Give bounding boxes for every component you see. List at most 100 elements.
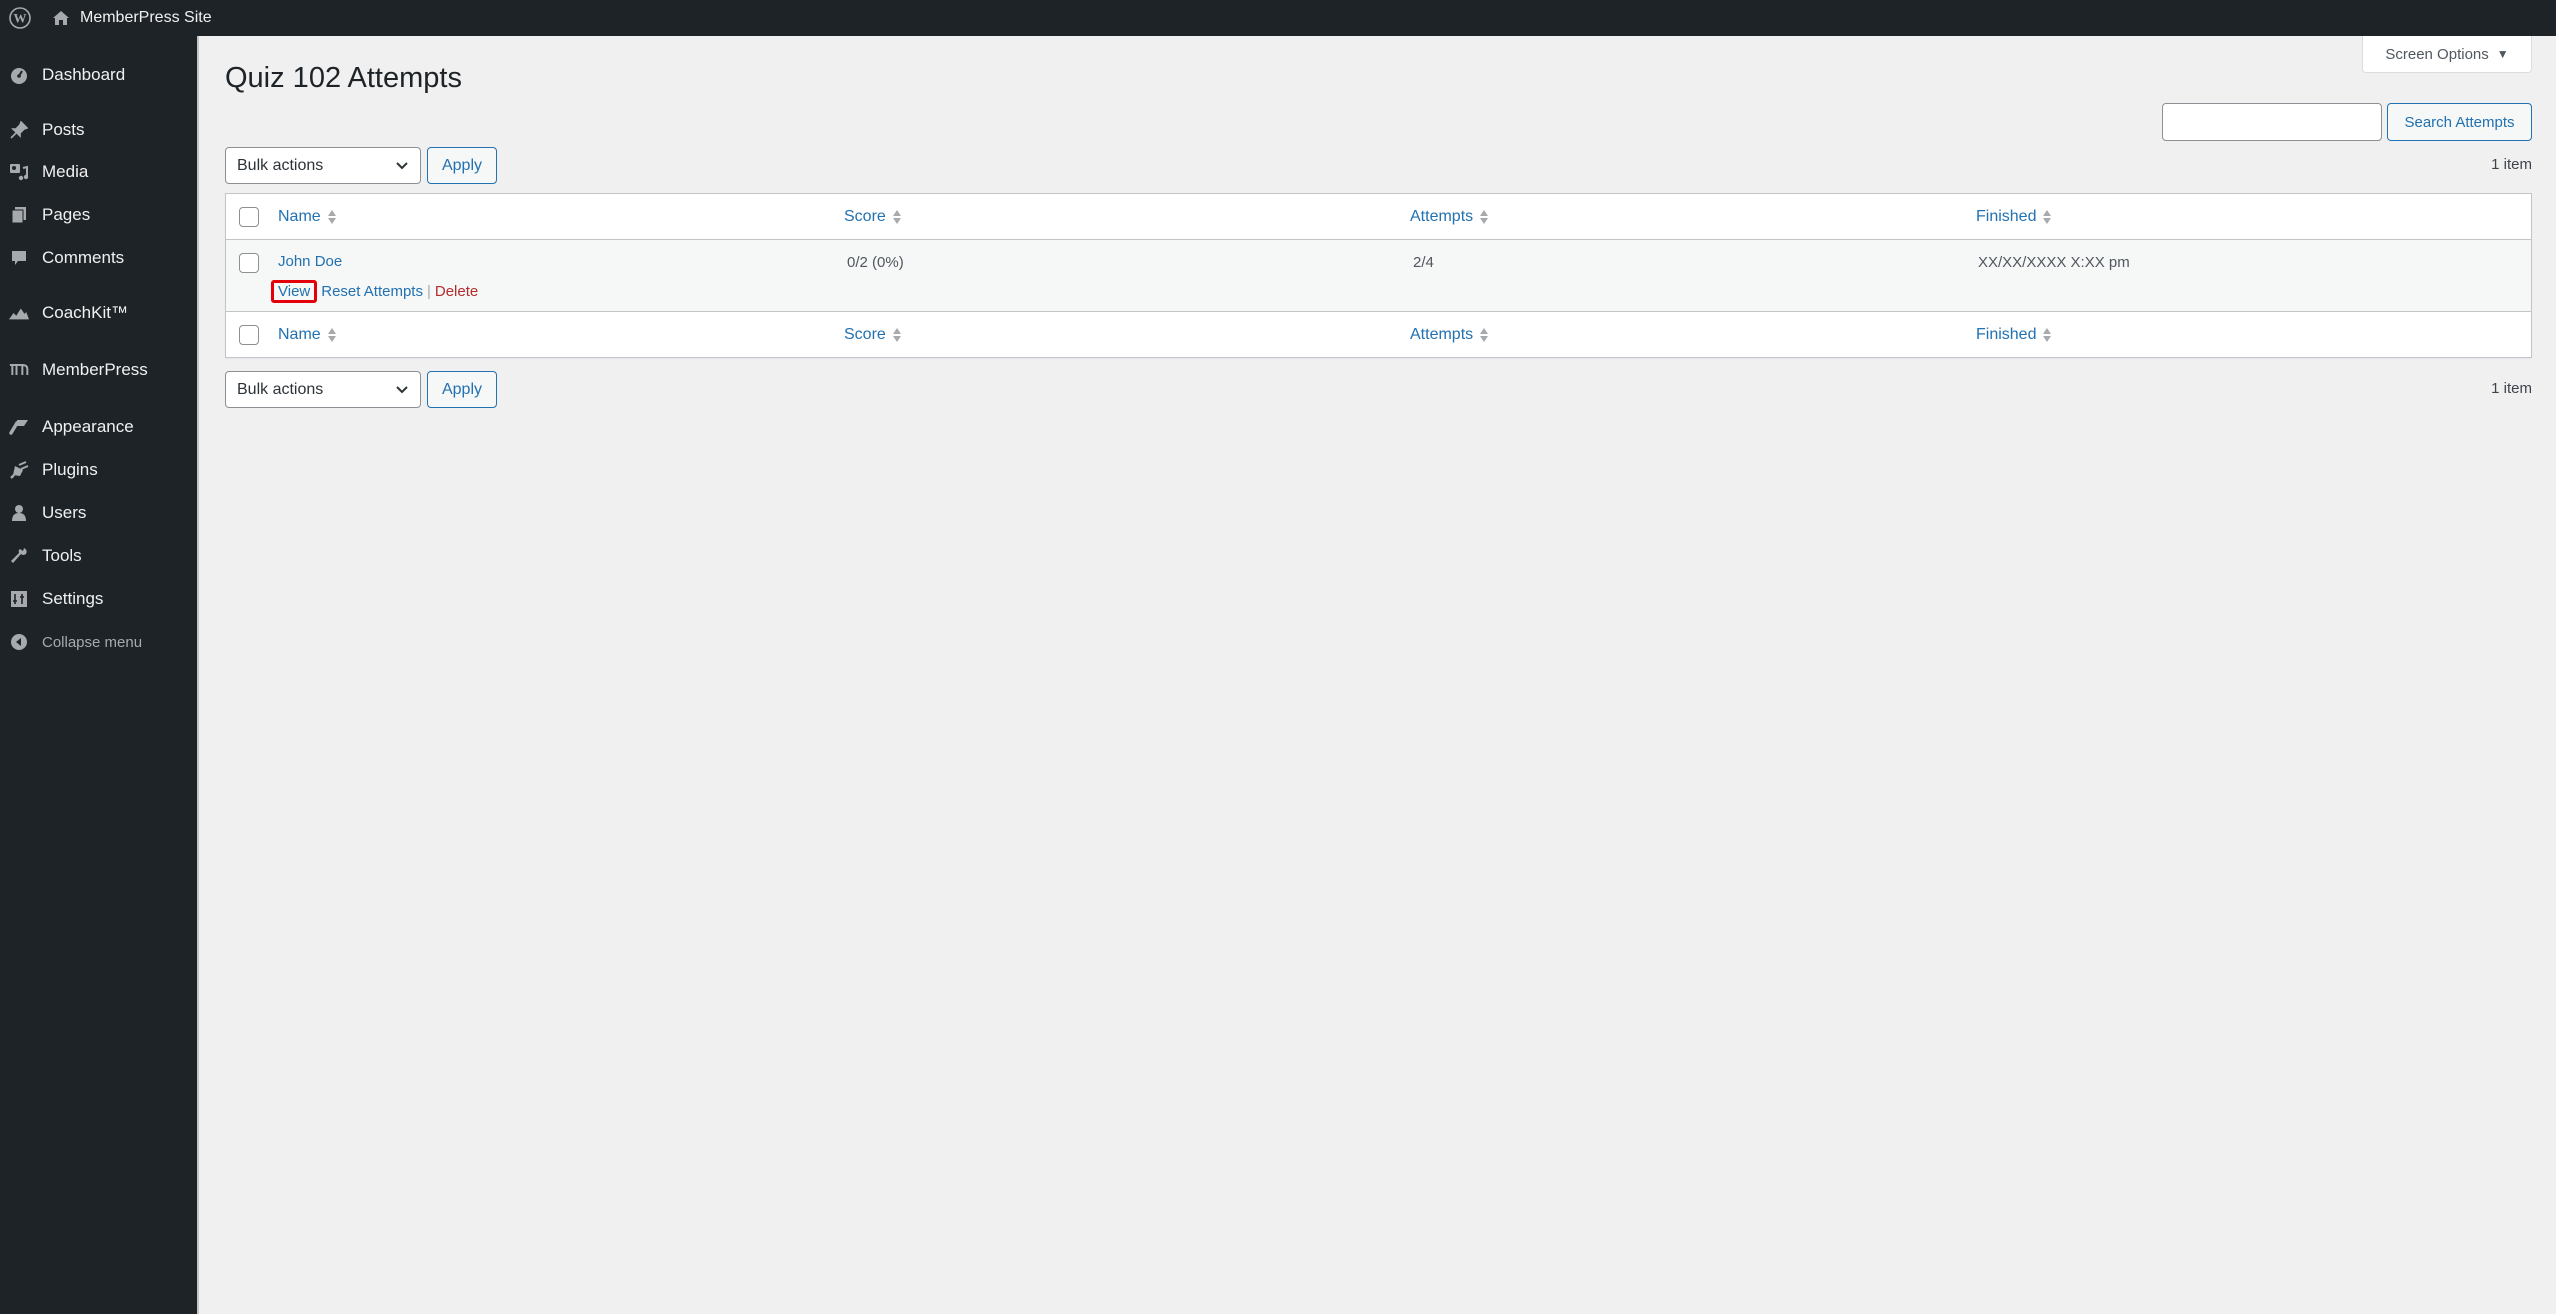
sort-icon [327,327,337,343]
delete-link[interactable]: Delete [435,283,478,300]
sort-icon [1479,327,1489,343]
table-footer: Name Score Attempts Finished [226,311,2531,357]
column-footer-name[interactable]: Name [278,312,337,358]
sidebar-item-coachkit[interactable]: CoachKit™ [0,293,197,333]
sort-icon [1479,209,1489,225]
column-label: Finished [1976,208,2037,225]
attempts-table: Name Score Attempts Finished John Doe Vi… [225,193,2532,358]
sort-icon [2042,327,2052,343]
apply-button[interactable]: Apply [427,147,497,184]
svg-text:W: W [14,11,27,26]
column-label: Score [844,326,886,343]
column-header-finished[interactable]: Finished [1976,194,2052,240]
settings-icon [9,589,29,609]
sidebar-item-media[interactable]: Media [0,152,197,192]
sort-icon [892,209,902,225]
column-header-name[interactable]: Name [278,194,337,240]
page-title: Quiz 102 Attempts [225,62,462,94]
collapse-menu-button[interactable]: Collapse menu [0,622,197,662]
view-link[interactable]: View [271,280,318,303]
bulk-actions-selected: Bulk actions [237,380,324,398]
cell-attempts: 2/4 [1413,254,1434,271]
cell-name: John Doe [278,253,342,270]
sidebar-item-posts[interactable]: Posts [0,110,197,150]
select-all-checkbox[interactable] [239,207,259,227]
sidebar-item-label: Media [42,162,89,181]
sidebar-item-tools[interactable]: Tools [0,536,197,576]
sidebar-item-dashboard[interactable]: Dashboard [0,55,197,95]
bulk-actions-select[interactable]: Bulk actions [225,147,421,184]
row-checkbox[interactable] [239,253,259,273]
memberpress-icon [9,360,29,380]
apply-button-bottom[interactable]: Apply [427,371,497,408]
sidebar-item-label: MemberPress [42,360,148,379]
comment-icon [9,248,29,268]
sidebar-item-label: Appearance [42,417,134,436]
attempt-name-link[interactable]: John Doe [278,253,342,270]
sidebar-item-label: Comments [42,248,125,267]
item-count: 1 item [2491,156,2532,173]
table-row: John Doe View Reset Attempts | Delete 0/… [226,240,2531,311]
site-name-link[interactable]: MemberPress Site [52,9,212,27]
sidebar-item-settings[interactable]: Settings [0,579,197,619]
cell-finished: XX/XX/XXXX X:XX pm [1978,254,2130,271]
column-footer-attempts[interactable]: Attempts [1410,312,1489,358]
column-header-score[interactable]: Score [844,194,902,240]
admin-bar: W MemberPress Site [0,0,2556,36]
sidebar-item-pages[interactable]: Pages [0,195,197,235]
paintbrush-icon [9,417,29,437]
column-label: Finished [1976,326,2037,343]
table-header: Name Score Attempts Finished [226,194,2531,240]
bulk-actions-select-bottom[interactable]: Bulk actions [225,371,421,408]
plug-icon [9,460,29,480]
collapse-arrow-icon [9,632,29,652]
sidebar-item-label: Posts [42,120,85,139]
sort-icon [327,209,337,225]
column-label: Attempts [1410,326,1474,343]
sidebar-item-memberpress[interactable]: MemberPress [0,350,197,390]
sidebar-item-label: Tools [42,546,82,565]
screen-options-label: Screen Options [2385,45,2489,63]
search-attempts-button[interactable]: Search Attempts [2387,103,2532,141]
column-label: Name [278,208,321,225]
screen-options-button[interactable]: Screen Options ▼ [2362,36,2532,73]
collapse-menu-label: Collapse menu [42,633,143,651]
search-input[interactable] [2162,103,2382,141]
dashboard-icon [9,65,29,85]
action-separator: | [426,283,431,300]
media-icon [9,162,29,182]
column-label: Score [844,208,886,225]
site-name-label: MemberPress Site [80,9,212,26]
wrench-icon [9,546,29,566]
sidebar-item-plugins[interactable]: Plugins [0,450,197,490]
column-label: Name [278,326,321,343]
sidebar-item-label: Dashboard [42,65,126,84]
sidebar-item-label: Plugins [42,460,98,479]
column-footer-score[interactable]: Score [844,312,902,358]
row-actions: View Reset Attempts | Delete [271,280,478,303]
column-footer-finished[interactable]: Finished [1976,312,2052,358]
sort-icon [892,327,902,343]
bulk-actions-selected: Bulk actions [237,156,324,174]
sidebar-item-label: Users [42,503,87,522]
reset-attempts-link[interactable]: Reset Attempts [321,283,423,300]
pin-icon [9,120,29,140]
wordpress-logo-icon[interactable]: W [2,0,38,36]
mountain-icon [9,303,29,323]
caret-down-icon: ▼ [2496,47,2509,61]
chevron-down-icon [394,381,410,402]
cell-score: 0/2 (0%) [847,254,904,271]
sidebar-item-label: CoachKit™ [42,303,128,322]
admin-sidebar: Dashboard Posts Media Pages Comments Coa… [0,36,197,1314]
sidebar-item-appearance[interactable]: Appearance [0,407,197,447]
sidebar-item-users[interactable]: Users [0,493,197,533]
sidebar-item-label: Settings [42,589,104,608]
sidebar-item-comments[interactable]: Comments [0,238,197,278]
select-all-checkbox-footer[interactable] [239,325,259,345]
home-icon [52,10,70,26]
column-header-attempts[interactable]: Attempts [1410,194,1489,240]
user-icon [9,503,29,523]
item-count-bottom: 1 item [2491,380,2532,397]
chevron-down-icon [394,157,410,178]
sidebar-item-label: Pages [42,205,91,224]
